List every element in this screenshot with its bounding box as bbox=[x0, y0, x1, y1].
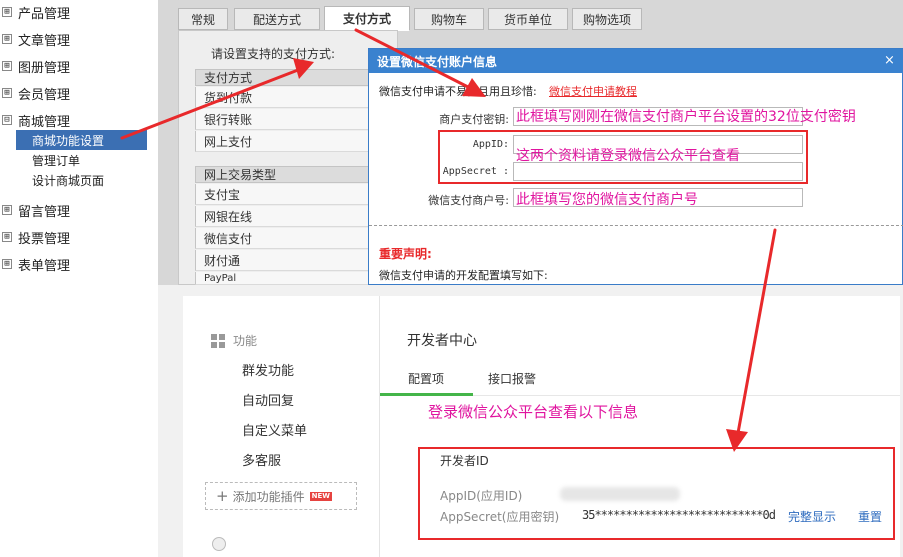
arrow-head-icon bbox=[293, 58, 314, 79]
arrow-head-icon bbox=[726, 429, 748, 452]
arrow-to-dialog bbox=[354, 28, 472, 90]
arrow-to-payment-tab bbox=[120, 68, 300, 140]
arrow-to-devid bbox=[736, 228, 777, 435]
annotation-arrows bbox=[120, 28, 777, 452]
arrow-heads bbox=[293, 58, 748, 452]
arrow-head-icon bbox=[462, 78, 486, 97]
